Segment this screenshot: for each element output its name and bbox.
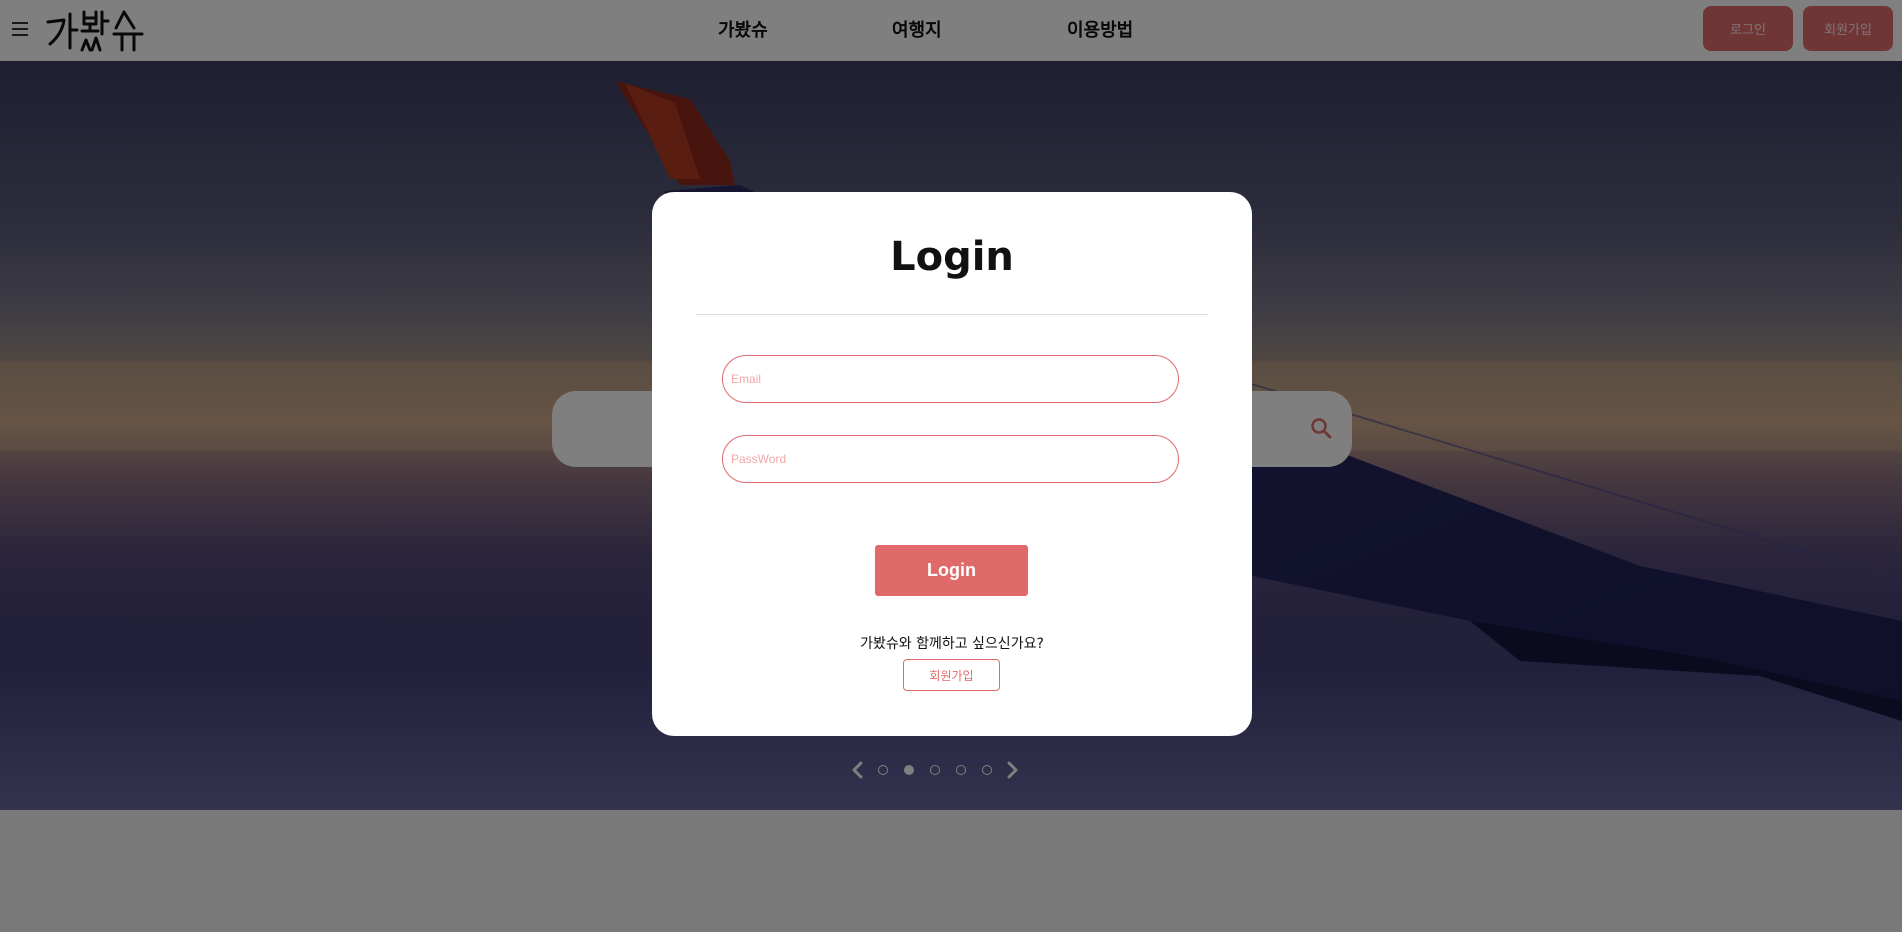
email-field[interactable] [722, 355, 1179, 403]
modal-title: Login [890, 234, 1014, 280]
signup-prompt-text: 가봤슈와 함께하고 싶으신가요? [860, 636, 1044, 652]
login-submit-button[interactable]: Login [875, 545, 1028, 596]
modal-signup-button[interactable]: 회원가입 [903, 659, 1000, 691]
divider [696, 314, 1208, 315]
password-field[interactable] [722, 435, 1179, 483]
login-modal: Login Login 가봤슈와 함께하고 싶으신가요? 회원가입 [652, 192, 1252, 736]
